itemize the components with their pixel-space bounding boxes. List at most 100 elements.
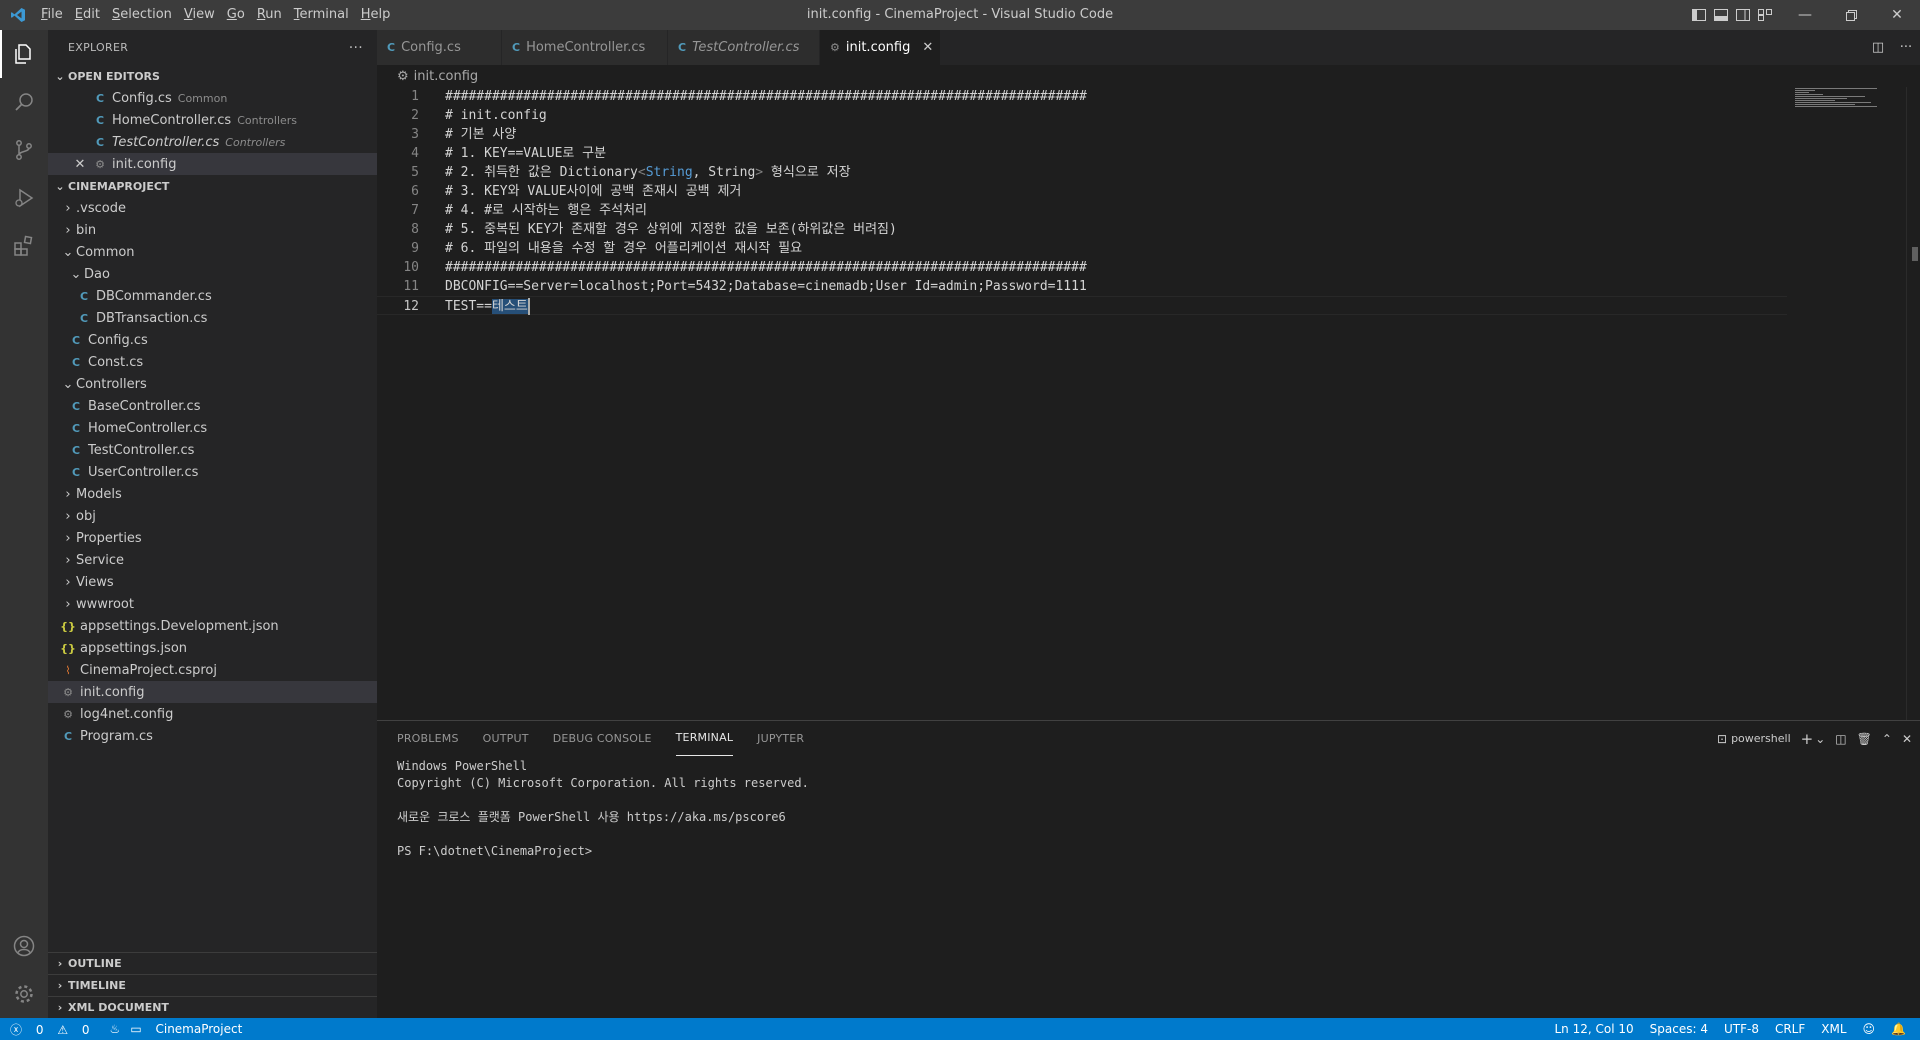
timeline-section[interactable]: › TIMELINE [48,974,377,996]
menu-go[interactable]: Go [221,0,251,30]
tab-jupyter[interactable]: JUPYTER [757,721,804,756]
open-editors-header[interactable]: ⌄ OPEN EDITORS [48,65,377,87]
chevron-down-icon: ⌄ [55,69,65,83]
tree-folder[interactable]: › Service [48,549,377,571]
open-editor-item-active[interactable]: ✕ ⚙ init.config [48,153,377,175]
tree-file[interactable]: C BaseController.cs [48,395,377,417]
encoding[interactable]: UTF-8 [1724,1022,1759,1036]
tree-file[interactable]: {} appsettings.json [48,637,377,659]
tree-folder[interactable]: › Views [48,571,377,593]
open-editor-item[interactable]: C HomeController.cs Controllers [48,109,377,131]
toggle-secondary-sidebar-icon[interactable] [1732,0,1754,30]
problems-status[interactable]: ⓧ 0 ⚠ 0 [10,1021,100,1038]
tab-config-cs[interactable]: C Config.cs [377,30,502,65]
xml-document-section[interactable]: › XML DOCUMENT [48,996,377,1018]
tab-problems[interactable]: PROBLEMS [397,721,459,756]
project-header[interactable]: ⌄ CINEMAPROJECT [48,175,377,197]
explorer-more-icon[interactable]: ··· [349,40,363,56]
kill-terminal-trash-icon[interactable]: 🗑 [1857,732,1872,746]
menu-edit[interactable]: Edit [69,0,106,30]
outline-section[interactable]: › OUTLINE [48,952,377,974]
minimap[interactable] [1795,88,1877,110]
notifications-bell-icon[interactable]: 🔔 [1891,1022,1906,1036]
search-icon[interactable] [0,78,48,126]
tree-file[interactable]: C DBTransaction.cs [48,307,377,329]
tree-file[interactable]: C TestController.cs [48,439,377,461]
tree-file[interactable]: C Const.cs [48,351,377,373]
source-control-icon[interactable] [0,126,48,174]
terminal-shell-name[interactable]: powershell [1731,732,1791,745]
close-icon[interactable]: ✕ [72,157,88,172]
code-editor[interactable]: 1 #######################################… [377,87,1920,720]
accounts-icon[interactable] [0,922,48,970]
tree-folder[interactable]: ⌄ Dao [48,263,377,285]
toggle-panel-icon[interactable] [1710,0,1732,30]
tree-file[interactable]: C DBCommander.cs [48,285,377,307]
new-terminal-icon[interactable]: + [1801,730,1814,748]
menu-view[interactable]: View [178,0,221,30]
breadcrumb-file[interactable]: init.config [414,69,478,84]
split-terminal-icon[interactable]: ◫ [1835,732,1846,746]
minimize-icon[interactable]: — [1782,0,1828,30]
tree-folder[interactable]: › wwwroot [48,593,377,615]
tab-homecontroller[interactable]: C HomeController.cs [502,30,668,65]
tree-folder[interactable]: › bin [48,219,377,241]
menu-selection[interactable]: Selection [106,0,178,30]
close-panel-icon[interactable]: ✕ [1902,732,1912,746]
manage-gear-icon[interactable] [0,970,48,1018]
feedback-icon[interactable]: ☺ [1863,1022,1876,1036]
tree-folder[interactable]: ⌄ Common [48,241,377,263]
menu-file[interactable]: File [35,0,69,30]
open-editor-name: TestController.cs [112,134,220,150]
tree-file[interactable]: C Config.cs [48,329,377,351]
tab-output[interactable]: OUTPUT [483,721,529,756]
maximize-panel-icon[interactable]: ⌃ [1882,732,1892,746]
tree-file[interactable]: {} appsettings.Development.json [48,615,377,637]
tree-file[interactable]: ⌇ CinemaProject.csproj [48,659,377,681]
error-icon: ⓧ [10,1022,23,1037]
tab-terminal[interactable]: TERMINAL [675,721,734,756]
tree-folder[interactable]: › Properties [48,527,377,549]
chevron-down-icon[interactable]: ⌄ [1815,732,1825,746]
live-share-icon[interactable]: ♨ [110,1022,121,1036]
menu-terminal[interactable]: Terminal [288,0,355,30]
selected-text: 테스트 [491,299,528,314]
end-of-line[interactable]: CRLF [1775,1022,1805,1036]
tree-folder[interactable]: ⌄ Controllers [48,373,377,395]
close-window-icon[interactable]: ✕ [1874,0,1920,30]
editor-more-icon[interactable]: ··· [1892,40,1920,55]
tree-folder[interactable]: › .vscode [48,197,377,219]
tab-debug-console[interactable]: DEBUG CONSOLE [553,721,652,756]
tab-testcontroller[interactable]: C TestController.cs [668,30,820,65]
language-mode[interactable]: XML [1821,1022,1846,1036]
open-editor-item[interactable]: C Config.cs Common [48,87,377,109]
menu-help[interactable]: Help [355,0,397,30]
tree-file-selected[interactable]: ⚙ init.config [48,681,377,703]
indentation[interactable]: Spaces: 4 [1650,1022,1708,1036]
tree-file[interactable]: C UserController.cs [48,461,377,483]
open-editor-item[interactable]: C TestController.cs Controllers [48,131,377,153]
project-status[interactable]: ▭ CinemaProject [130,1022,252,1036]
tab-init-config[interactable]: ⚙ init.config ✕ [820,30,941,65]
editor-scrollbar[interactable] [1906,87,1920,720]
explorer-icon[interactable] [0,30,48,78]
run-debug-icon[interactable] [0,174,48,222]
tree-folder[interactable]: › Models [48,483,377,505]
tree-file[interactable]: ⚙ log4net.config [48,703,377,725]
line-number: 2 [411,108,419,123]
close-tab-icon[interactable]: ✕ [922,40,933,55]
restore-icon[interactable] [1828,0,1874,30]
split-editor-icon[interactable]: ◫ [1864,40,1892,55]
cursor-position[interactable]: Ln 12, Col 10 [1555,1022,1634,1036]
toggle-sidebar-icon[interactable] [1688,0,1710,30]
extensions-icon[interactable] [0,222,48,270]
customize-layout-icon[interactable] [1754,0,1776,30]
tree-label: Models [76,486,122,502]
csharp-file-icon: C [95,135,105,149]
tree-file[interactable]: C Program.cs [48,725,377,747]
menu-run[interactable]: Run [251,0,288,30]
tree-file[interactable]: C HomeController.cs [48,417,377,439]
terminal-output[interactable]: Windows PowerShell Copyright (C) Microso… [377,756,1920,860]
tab-label: Config.cs [401,40,461,55]
tree-folder[interactable]: › obj [48,505,377,527]
